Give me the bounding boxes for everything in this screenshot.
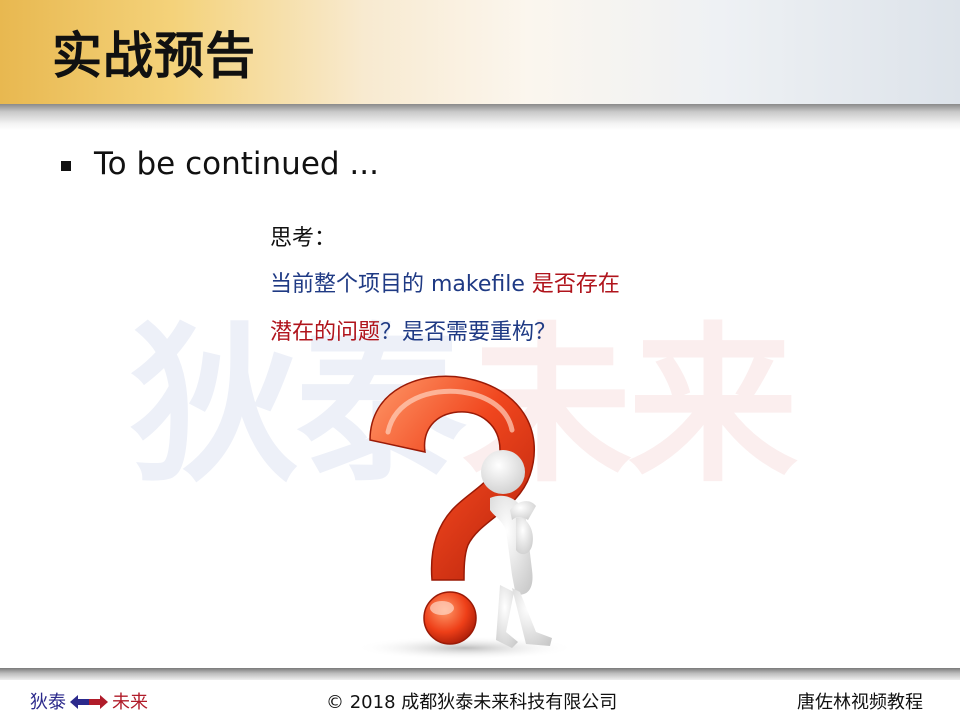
footer-copyright: © 2018 成都狄泰未来科技有限公司 <box>326 692 618 713</box>
footer-divider <box>0 668 960 680</box>
thinking-line-2: 当前整个项目的 makefile 是否存在 <box>270 266 620 298</box>
thinking-line-2b: 是否存在 <box>531 272 620 297</box>
footer-course: 唐佐林视频教程 <box>797 692 923 713</box>
thinking-line-3: 潜在的问题？是否需要重构？ <box>270 314 556 346</box>
slide-title: 实战预告 <box>52 27 256 85</box>
header-shadow <box>0 104 960 130</box>
footer-brand: 狄泰 未来 <box>30 688 148 714</box>
footer-brand-b: 未来 <box>112 692 148 713</box>
footer-brand-a: 狄泰 <box>30 692 66 713</box>
question-mark-thinker-icon <box>340 370 590 670</box>
thinking-line-3b: ？是否需要重构？ <box>380 320 557 345</box>
bullet-text: To be continued ... <box>94 146 379 182</box>
bullet-marker <box>61 161 71 171</box>
thinking-line-3a: 潜在的问题 <box>270 320 381 345</box>
thinking-line-2a: 当前整个项目的 makefile <box>270 272 532 297</box>
double-arrow-icon <box>70 693 108 714</box>
thinking-heading: 思考： <box>270 226 337 251</box>
